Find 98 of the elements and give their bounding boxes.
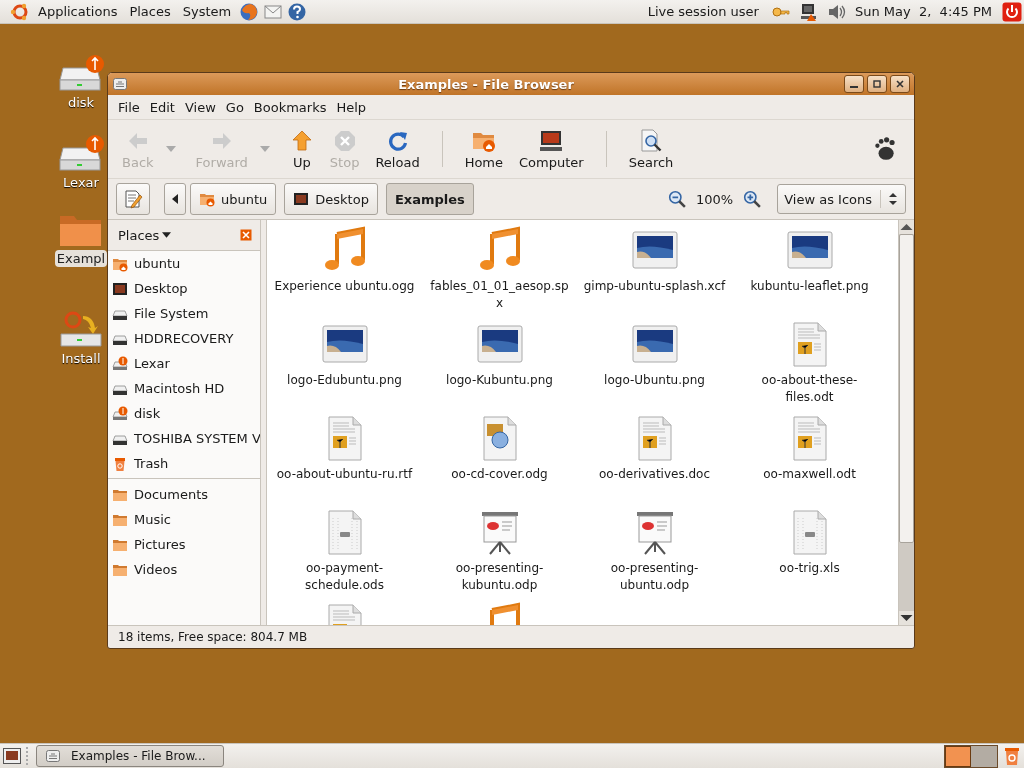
session-user-label: Live session user — [647, 4, 759, 19]
maximize-button[interactable] — [867, 75, 887, 93]
file-name[interactable]: oo-payment-schedule.ods — [273, 560, 416, 594]
minimize-icon — [850, 86, 858, 88]
panel-menu[interactable]: Applications — [34, 4, 122, 19]
trash-icon[interactable] — [1002, 746, 1022, 766]
usb-drive-icon — [112, 405, 128, 422]
zoom-in-icon[interactable] — [743, 190, 762, 208]
sidebar-item[interactable]: Trash — [108, 451, 260, 476]
sidebar-item[interactable]: Desktop — [108, 276, 260, 301]
file-name[interactable]: oo-about-these-files.odt — [738, 372, 881, 406]
path-button[interactable]: ubuntu — [190, 183, 277, 215]
desktop-icon-label[interactable]: Lexar — [61, 174, 101, 191]
file-name[interactable]: oo-presenting-ubuntu.odp — [583, 560, 726, 594]
menu-item[interactable]: Help — [332, 97, 371, 117]
path-button[interactable]: Examples — [385, 183, 474, 215]
path-button[interactable]: Desktop — [284, 183, 378, 215]
toolbar-button[interactable]: Home — [456, 126, 512, 172]
file-name[interactable]: logo-Kubuntu.png — [446, 372, 553, 389]
desktop-icon-label[interactable]: Install — [59, 350, 103, 367]
close-icon — [895, 79, 905, 89]
sidebar-item[interactable]: Documents — [108, 482, 260, 507]
sidebar-item[interactable]: File System — [108, 301, 260, 326]
file-name[interactable]: logo-Ubuntu.png — [604, 372, 705, 389]
file-name[interactable]: Experience ubuntu.ogg — [274, 278, 415, 295]
window-title: Examples - File Browser — [397, 76, 575, 92]
cabinet-icon — [45, 748, 61, 764]
help-icon[interactable] — [287, 1, 308, 22]
taskbar-button[interactable]: Examples - File Brow... — [36, 745, 224, 767]
usb-drive-icon[interactable] — [57, 134, 105, 174]
sidebar-item[interactable]: Videos — [108, 557, 260, 582]
caret-down-icon — [162, 232, 172, 238]
toolbar-button[interactable]: Search — [620, 126, 682, 172]
menu-item[interactable]: File — [114, 97, 144, 117]
globe-icon[interactable] — [239, 1, 260, 22]
menu-item[interactable]: Go — [221, 97, 248, 117]
desktop-icon-label[interactable]: Exampl — [54, 250, 108, 267]
maximize-icon — [872, 79, 882, 89]
sidebar-item[interactable]: HDDRECOVERY — [108, 326, 260, 351]
network-icon[interactable] — [798, 1, 819, 22]
cabinet-icon — [112, 76, 128, 92]
minimize-button[interactable] — [844, 75, 864, 93]
computer-icon — [539, 128, 564, 153]
desktop-icon — [293, 191, 310, 207]
menu-item[interactable]: Edit — [145, 97, 179, 117]
usb-drive-icon[interactable] — [57, 54, 105, 94]
file-name[interactable]: oo-derivatives.doc — [598, 466, 711, 483]
text-location-button[interactable] — [116, 183, 150, 215]
clock-label[interactable]: Sun May 2, 4:45 PM — [852, 4, 998, 19]
usb-drive-icon — [112, 355, 128, 372]
close-icon[interactable] — [240, 229, 252, 241]
file-name[interactable]: kubuntu-leaflet.png — [750, 278, 869, 295]
footprint-icon — [872, 136, 898, 162]
file-name[interactable]: fables_01_01_aesop.spx — [428, 278, 571, 312]
show-desktop-icon[interactable] — [2, 746, 22, 766]
file-name[interactable]: oo-trig.xls — [779, 560, 840, 577]
toolbar-button[interactable]: Reload — [367, 126, 428, 172]
power-icon[interactable] — [1002, 1, 1022, 22]
view-mode-dropdown[interactable]: View as Icons — [777, 184, 906, 214]
left-caret-icon — [172, 194, 178, 204]
close-button[interactable] — [890, 75, 910, 93]
file-name[interactable]: oo-presenting-kubuntu.odp — [428, 560, 571, 594]
notepad-pencil-icon — [123, 189, 143, 209]
panel-menu[interactable]: System — [178, 4, 236, 19]
sidebar-item[interactable]: TOSHIBA SYSTEM V — [108, 426, 260, 451]
zoom-level[interactable]: 100% — [696, 191, 734, 207]
toolbar-button[interactable]: Computer — [511, 126, 592, 172]
places-dropdown[interactable]: Places — [118, 227, 172, 243]
sidebar-item[interactable]: Macintosh HD — [108, 376, 260, 401]
menu-item[interactable]: Bookmarks — [249, 97, 331, 117]
file-name[interactable]: oo-cd-cover.odg — [451, 466, 548, 483]
path-scroll-left-button[interactable] — [164, 183, 186, 215]
ubuntu-logo-icon[interactable] — [10, 1, 30, 22]
desktop-icon — [112, 280, 128, 297]
zoom-out-icon[interactable] — [668, 190, 686, 208]
file-name[interactable]: gimp-ubuntu-splash.xcf — [583, 278, 726, 295]
panel-menu[interactable]: Places — [125, 4, 175, 19]
search-icon — [639, 128, 663, 153]
sidebar-item[interactable]: ubuntu — [108, 251, 260, 276]
home-folder-icon — [199, 191, 215, 207]
workspace-switcher-cell[interactable] — [971, 745, 997, 767]
file-name[interactable]: logo-Edubuntu.png — [287, 372, 402, 389]
desktop-icon-label[interactable]: disk — [65, 94, 97, 111]
sidebar-item[interactable]: Lexar — [108, 351, 260, 376]
sidebar-item[interactable]: Music — [108, 507, 260, 532]
menu-item[interactable]: View — [180, 97, 220, 117]
installer-icon[interactable] — [57, 310, 105, 350]
file-name[interactable]: oo-maxwell.odt — [763, 466, 856, 483]
vertical-scrollbar[interactable] — [898, 220, 914, 625]
status-text: 18 items, Free space: 804.7 MB — [118, 630, 308, 644]
trash-icon — [112, 455, 128, 472]
up-down-caret-icon — [889, 192, 897, 206]
stop-icon — [332, 128, 357, 153]
sidebar-item[interactable]: disk — [108, 401, 260, 426]
workspace-switcher-cell[interactable] — [945, 745, 971, 767]
sidebar-item[interactable]: Pictures — [108, 532, 260, 557]
toolbar-button[interactable]: Up — [281, 126, 322, 172]
file-name[interactable]: oo-about-ubuntu-ru.rtf — [276, 466, 413, 483]
